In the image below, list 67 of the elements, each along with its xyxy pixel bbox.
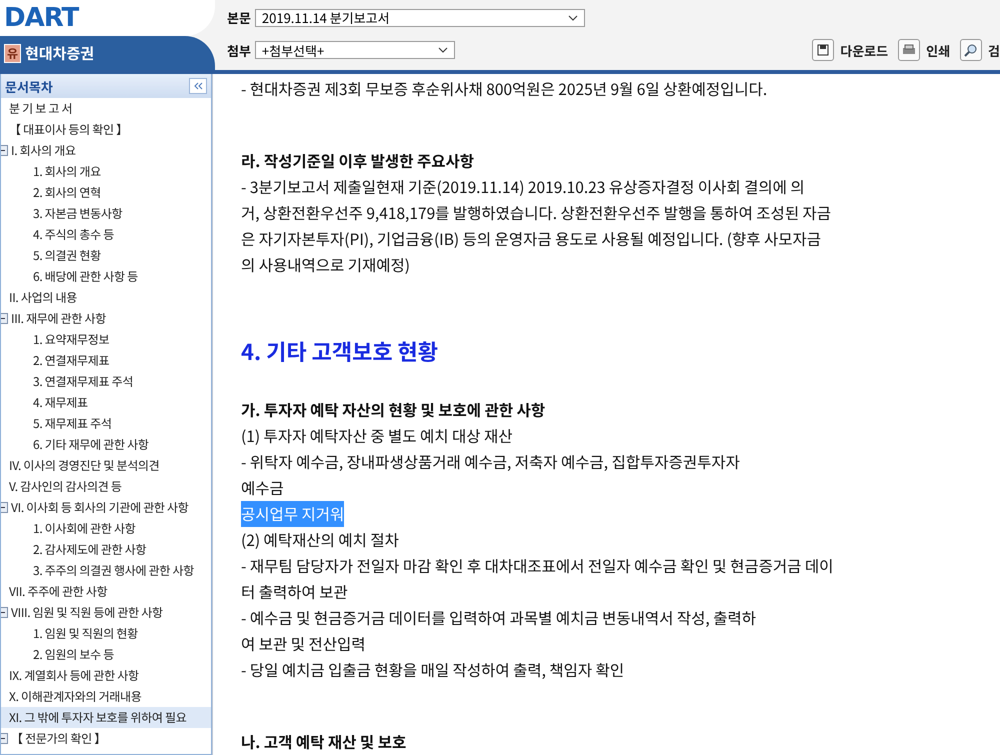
field-label: 첨부 xyxy=(227,40,251,60)
body-text: - 당일 예치금 입출금 현황을 매일 작성하여 출력, 책임자 확인 xyxy=(241,658,624,684)
dropdown-caret-icon xyxy=(438,47,448,53)
tree-item[interactable]: VIII. 임원 및 직원 등에 관한 사항 xyxy=(1,602,211,623)
tree-item[interactable]: 【 전문가의 확인 】 xyxy=(1,728,211,749)
subsection-heading: 가. 투자자 예탁 자산의 현황 및 보호에 관한 사항 xyxy=(241,398,546,424)
tree-item[interactable]: 1. 요약재무정보 xyxy=(1,329,211,350)
print-button[interactable]: 인쇄 xyxy=(898,39,950,61)
body-text: - 현대차증권 제3회 무보증 후순위사채 800억원은 2025년 9월 6일 상환예정입니다. xyxy=(241,77,768,102)
tree-item[interactable]: 4. 재무제표 xyxy=(1,392,211,413)
field-label: 본문 xyxy=(227,8,251,27)
body-text: - 예수금 및 현금증거금 데이터를 입력하여 과목별 예치금 변동내역서 작성, 출력하 xyxy=(241,606,756,632)
tree-item[interactable]: 2. 연결재무제표 xyxy=(1,350,211,371)
tree-item[interactable]: 2. 임원의 보수 등 xyxy=(1,644,211,665)
tree-item[interactable]: 5. 의결권 현황 xyxy=(1,245,211,266)
tree-item[interactable]: IV. 이사의 경영진단 및 분석의견 xyxy=(1,455,211,476)
tree-item[interactable]: IX. 계열회사 등에 관한 사항 xyxy=(1,665,211,686)
download-button[interactable]: 다운로드 xyxy=(812,39,888,61)
tree-item[interactable]: X. 이해관계자와의 거래내용 xyxy=(1,686,211,707)
company-name: 현대차증권 xyxy=(25,42,94,64)
tree-item[interactable]: 2. 감사제도에 관한 사항 xyxy=(1,539,211,560)
body-text: 여 보관 및 전산입력 xyxy=(241,632,366,658)
tree-item[interactable]: I. 회사의 개요 xyxy=(1,140,211,161)
tree-item[interactable]: 1. 임원 및 직원의 현황 xyxy=(1,623,211,644)
tree-item[interactable]: 분 기 보 고 서 xyxy=(1,98,211,119)
attachment-select[interactable]: +첨부선택+ xyxy=(254,41,455,59)
section-heading: 4. 기타 고객보호 현황 xyxy=(241,334,438,370)
company-badge: 유 xyxy=(4,44,22,62)
tree-item[interactable]: 6. 기타 재무에 관한 사항 xyxy=(1,434,211,455)
body-text: - 재무팀 담당자가 전일자 마감 확인 후 대차대조표에서 전일자 예수금 확인 및 현금증거금 데이 xyxy=(241,554,834,580)
dropdown-caret-icon xyxy=(568,14,578,20)
tree-item[interactable]: V. 감사인의 감사의견 등 xyxy=(1,476,211,497)
body-text: 터 출력하여 보관 xyxy=(241,580,348,606)
subsection-heading: 나. 고객 예탁 재산 및 보호 xyxy=(241,730,406,755)
selected-text: 공시업무 지거워 xyxy=(241,501,344,528)
double-chevron-icon xyxy=(193,82,203,90)
body-text: 예수금 xyxy=(241,476,284,502)
body-text: (2) 예탁재산의 예치 절차 xyxy=(241,528,399,554)
tree-item[interactable]: 1. 회사의 개요 xyxy=(1,161,211,182)
report-select[interactable]: 2019.11.14 분기보고서 xyxy=(254,8,585,26)
tree-item[interactable]: 3. 주주의 의결권 행사에 관한 사항 xyxy=(1,560,211,581)
save-icon xyxy=(817,44,830,56)
body-text: 은 자기자본투자(PI), 기업금융(IB) 등의 운영자금 용도로 사용될 예정입니다. (향후 사모자금 xyxy=(241,226,821,252)
tree-item[interactable]: 5. 재무제표 주석 xyxy=(1,413,211,434)
logo: DART xyxy=(4,3,78,33)
tree-item[interactable]: 【 대표이사 등의 확인 】 xyxy=(1,119,211,140)
tree-item[interactable]: VII. 주주에 관한 사항 xyxy=(1,581,211,602)
tree-item[interactable]: III. 재무에 관한 사항 xyxy=(1,308,211,329)
tree-item[interactable]: 2. 회사의 연혁 xyxy=(1,182,211,203)
tree-item[interactable]: VI. 이사회 등 회사의 기관에 관한 사항 xyxy=(1,497,211,518)
subsection-heading: 라. 작성기준일 이후 발생한 주요사항 xyxy=(241,148,474,174)
tree-item[interactable]: 4. 주식의 총수 등 xyxy=(1,224,211,245)
collapse-sidebar-button[interactable] xyxy=(189,78,207,94)
body-text: 거, 상환전환우선주 9,418,179를 발행하였습니다. 상환전환우선주 발행을 통하여 조성된 자금 xyxy=(241,200,832,226)
body-text: 의 사용내역으로 기재예정) xyxy=(241,252,410,278)
tree-item[interactable]: XI. 그 밖에 투자자 보호를 위하여 필요 xyxy=(1,707,211,728)
body-text: - 위탁자 예수금, 장내파생상품거래 예수금, 저축자 예수금, 집합투자증권투자자 xyxy=(241,450,740,476)
tree-item[interactable]: 1. 이사회에 관한 사항 xyxy=(1,518,211,539)
body-text: (1) 투자자 예탁자산 중 별도 예치 대상 재산 xyxy=(241,424,513,450)
tree-item[interactable]: 3. 연결재무제표 주석 xyxy=(1,371,211,392)
printer-icon xyxy=(902,44,916,56)
tree-item[interactable]: 6. 배당에 관한 사항 등 xyxy=(1,266,211,287)
tree-item[interactable]: II. 사업의 내용 xyxy=(1,287,211,308)
sidebar-title: 문서목차 xyxy=(5,76,53,96)
search-icon xyxy=(964,43,978,57)
tree-item[interactable]: 3. 자본금 변동사항 xyxy=(1,203,211,224)
body-text: - 3분기보고서 제출일현재 기준(2019.11.14) 2019.10.23 유상증자결정 이사회 결의에 의 xyxy=(241,174,805,200)
